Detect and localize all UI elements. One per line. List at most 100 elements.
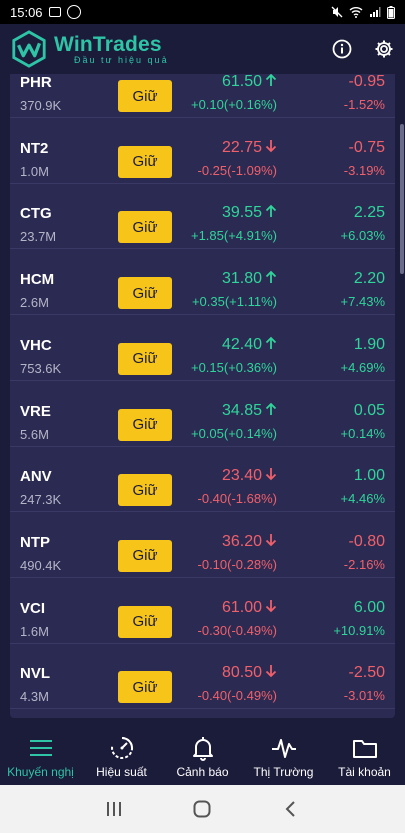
nav-performance[interactable]: Hiệu suất	[81, 729, 162, 785]
stock-row[interactable]: VHC 753.6K Giữ 42.40 +0.15(+0.36%) 1.90 +4.69%	[10, 316, 395, 381]
stock-volume: 23.7M	[20, 229, 57, 245]
arrow-up-icon	[262, 270, 277, 287]
hold-button[interactable]: Giữ	[118, 605, 172, 638]
wintrades-logo-icon	[12, 30, 46, 68]
stock-row[interactable]: VCI 1.6M Giữ 61.00 -0.30(-0.49%) 6.00 +10.91%	[10, 579, 395, 644]
delta-value: -0.75	[348, 138, 385, 156]
stock-row[interactable]: HCM 2.6M Giữ 31.80 +0.35(+1.11%) 2.20 +7.43%	[10, 250, 395, 316]
status-time: 15:06	[10, 4, 43, 20]
delta-percent: +7.43%	[340, 294, 385, 310]
nav-account[interactable]: Tài khoản	[324, 729, 405, 785]
nav-label: Khuyến nghị	[7, 765, 74, 779]
delta-value: 2.20	[353, 270, 385, 288]
stock-volume: 4.3M	[20, 689, 49, 705]
stock-row[interactable]: NT2 1.0M Giữ 22.75 -0.25(-1.09%) -0.75 -3.19%	[10, 119, 395, 184]
price-value: 36.20	[221, 532, 262, 550]
price-value: 22.75	[221, 138, 262, 156]
hold-button[interactable]: Giữ	[118, 80, 172, 112]
app-header: WinTrades Đầu tư hiệu quả	[0, 24, 405, 74]
hold-button[interactable]: Giữ	[118, 539, 172, 572]
nav-label: Cảnh báo	[176, 765, 229, 779]
hold-button[interactable]: Giữ	[118, 408, 172, 441]
menu-icon	[29, 740, 52, 756]
price-change: +0.10(+0.16%)	[190, 97, 277, 112]
stock-symbol: CTG	[20, 205, 52, 223]
delta-percent: -1.52%	[343, 97, 385, 112]
stock-symbol: PHR	[20, 74, 52, 91]
bottom-nav: Khuyến nghị Hiệu suất Cảnh báo Thị Trườn…	[0, 729, 405, 785]
info-button[interactable]	[331, 38, 353, 60]
delta-value: 1.90	[353, 335, 385, 353]
price-change: -0.40(-0.49%)	[197, 688, 277, 704]
price-change: +1.85(+4.91%)	[190, 228, 277, 244]
arrow-up-icon	[262, 402, 277, 419]
stock-row[interactable]: NVL 4.3M Giữ 80.50 -0.40(-0.49%) -2.50 -3.01%	[10, 644, 395, 710]
stock-symbol: VHC	[20, 336, 52, 354]
stock-volume: 370.9K	[20, 98, 62, 113]
price-change: -0.40(-1.68%)	[197, 491, 277, 507]
arrow-up-icon	[262, 204, 277, 221]
stock-volume: 5.6M	[20, 426, 49, 442]
stock-row[interactable]: PHR 370.9K Giữ 61.50 +0.10(+0.16%) -0.95 -1.52…	[10, 74, 395, 118]
performance-icon	[110, 736, 133, 759]
hold-button[interactable]: Giữ	[118, 211, 172, 244]
arrow-down-icon	[262, 139, 277, 156]
delta-value: -0.80	[348, 532, 385, 550]
arrow-down-icon	[262, 533, 277, 550]
stock-row[interactable]: VRE 5.6M Giữ 34.85 +0.05(+0.14%) 0.05 +0.14%	[10, 382, 395, 447]
arrow-down-icon	[262, 599, 277, 616]
nav-market[interactable]: Thị Trường	[243, 729, 324, 785]
stock-price: 80.50	[222, 664, 277, 682]
stock-price: 61.00	[222, 599, 277, 617]
arrow-up-icon	[262, 74, 277, 90]
stock-symbol: VRE	[20, 402, 51, 420]
brand-name: WinTrades	[54, 33, 162, 56]
hold-button[interactable]: Giữ	[118, 145, 172, 178]
arrow-up-icon	[262, 336, 277, 353]
app-notification-icon	[66, 5, 81, 19]
stock-row[interactable]: NTP 490.4K Giữ 36.20 -0.10(-0.28%) -0.80 -2.16…	[10, 513, 395, 578]
settings-button[interactable]	[373, 38, 395, 60]
delta-percent: -3.01%	[343, 688, 385, 704]
nav-label: Thị Trường	[253, 765, 314, 779]
price-value: 80.50	[221, 664, 262, 682]
hold-button[interactable]: Giữ	[118, 474, 172, 507]
price-change: -0.10(-0.28%)	[197, 556, 277, 572]
stock-symbol: NVL	[20, 665, 50, 683]
signal-icon	[370, 7, 381, 17]
price-value: 42.40	[221, 335, 262, 353]
recent-apps-icon[interactable]	[104, 799, 124, 819]
hold-button[interactable]: Giữ	[118, 671, 172, 704]
price-value: 39.55	[221, 204, 262, 222]
arrow-down-icon	[262, 664, 277, 681]
stock-price: 39.55	[222, 204, 277, 222]
stock-symbol: HCM	[20, 271, 55, 289]
stock-row[interactable]: ANV 247.3K Giữ 23.40 -0.40(-1.68%) 1.00 +4.46%	[10, 447, 395, 513]
price-value: 61.00	[221, 598, 262, 616]
stock-price: 61.50	[222, 74, 277, 91]
price-change: +0.15(+0.36%)	[190, 359, 277, 375]
hold-button[interactable]: Giữ	[118, 342, 172, 375]
stock-price: 22.75	[222, 139, 277, 157]
hold-button[interactable]: Giữ	[118, 277, 172, 310]
folder-icon	[352, 740, 377, 758]
delta-value: -2.50	[348, 664, 385, 682]
back-icon[interactable]	[281, 799, 301, 819]
scrollbar[interactable]	[400, 124, 404, 274]
nav-recommendations[interactable]: Khuyến nghị	[0, 729, 81, 785]
delta-percent: -3.19%	[343, 162, 385, 178]
nav-alerts[interactable]: Cảnh báo	[162, 729, 243, 785]
stock-symbol: ANV	[20, 468, 52, 486]
stock-row[interactable]: CTG 23.7M Giữ 39.55 +1.85(+4.91%) 2.25 +6.03%	[10, 184, 395, 250]
stock-volume: 1.0M	[20, 163, 49, 179]
stock-list[interactable]: PHR 370.9K Giữ 61.50 +0.10(+0.16%) -0.95 -1.52…	[10, 74, 395, 718]
gallery-notification-icon	[48, 7, 61, 17]
stock-symbol: VCI	[20, 599, 46, 617]
price-value: 34.85	[221, 401, 262, 419]
home-icon[interactable]	[192, 799, 212, 819]
price-change: +0.05(+0.14%)	[190, 425, 277, 441]
bell-icon	[192, 737, 213, 761]
delta-value: 6.00	[353, 598, 385, 616]
battery-icon	[387, 5, 395, 19]
stock-price: 34.85	[222, 402, 277, 420]
